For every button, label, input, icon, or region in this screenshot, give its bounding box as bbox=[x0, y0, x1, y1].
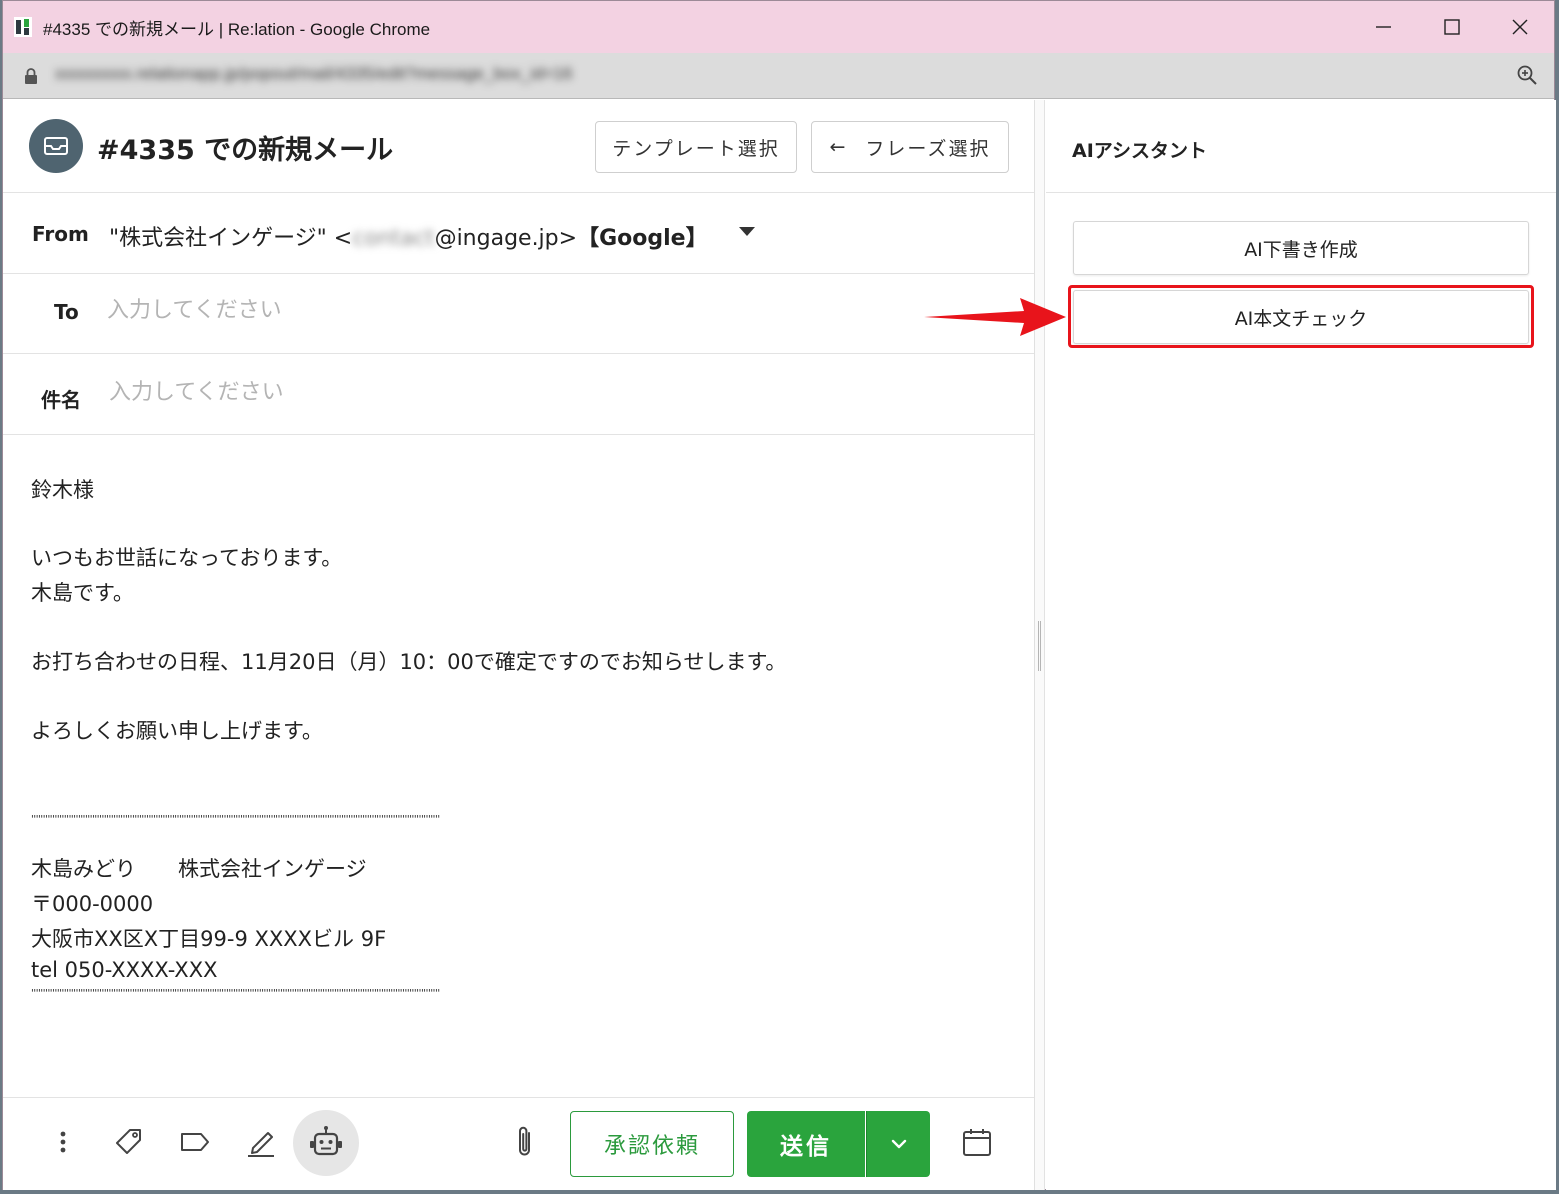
body-line: お打ち合わせの日程、11月20日（月）10：00で確定ですのでお知らせします。 bbox=[31, 650, 787, 674]
signature-divider: ''''''''''''''''''''''''''''''''''''''''… bbox=[31, 988, 440, 999]
body-line: 鈴木様 bbox=[31, 478, 94, 502]
page-title: #4335 での新規メール bbox=[97, 135, 394, 166]
to-row: To bbox=[3, 274, 1034, 354]
to-label: To bbox=[54, 300, 79, 324]
tag-icon[interactable] bbox=[111, 1124, 147, 1160]
approval-request-button[interactable]: 承認依頼 bbox=[570, 1111, 734, 1177]
signature-divider: ''''''''''''''''''''''''''''''''''''''''… bbox=[31, 814, 440, 825]
red-arrow-icon bbox=[924, 298, 1066, 336]
arrow-left-icon: ← bbox=[829, 136, 848, 158]
body-line: よろしくお願い申し上げます。 bbox=[31, 719, 323, 743]
ai-assistant-panel: AIアシスタント AI下書き作成 AI本文チェック bbox=[1046, 100, 1556, 1190]
robot-icon bbox=[310, 1126, 342, 1156]
ai-draft-button[interactable]: AI下書き作成 bbox=[1073, 221, 1529, 275]
from-row: From "株式会社インゲージ" <contact@ingage.jp>【Goo… bbox=[3, 193, 1034, 274]
send-button[interactable]: 送信 bbox=[747, 1111, 865, 1177]
body-line: 〒000-0000 bbox=[31, 892, 154, 916]
from-label: From bbox=[32, 222, 89, 246]
caret-down-icon[interactable] bbox=[739, 227, 755, 236]
paperclip-icon[interactable] bbox=[507, 1124, 543, 1160]
ai-check-button[interactable]: AI本文チェック bbox=[1073, 290, 1529, 344]
from-name: "株式会社インゲージ" < bbox=[109, 226, 353, 251]
editor-header: #4335 での新規メール テンプレート選択 ← フレーズ選択 bbox=[3, 100, 1034, 193]
lock-icon bbox=[25, 68, 37, 84]
url-text[interactable]: xxxxxxxxx.relationapp.jp/popout/mail/433… bbox=[55, 64, 572, 84]
to-input[interactable] bbox=[107, 298, 807, 323]
send-options-button[interactable] bbox=[866, 1111, 930, 1177]
ai-panel-title: AIアシスタント bbox=[1072, 140, 1208, 162]
body-line: いつもお世話になっております。 bbox=[31, 546, 343, 570]
maximize-icon[interactable] bbox=[1429, 11, 1473, 43]
body-line: 木島みどり 株式会社インゲージ bbox=[31, 857, 367, 881]
from-select[interactable]: "株式会社インゲージ" <contact@ingage.jp>【Google】 bbox=[109, 220, 708, 252]
mail-editor: #4335 での新規メール テンプレート選択 ← フレーズ選択 From "株式… bbox=[3, 100, 1035, 1190]
relation-app-icon bbox=[14, 17, 32, 37]
subject-input[interactable] bbox=[109, 380, 809, 405]
zoom-in-icon[interactable] bbox=[1515, 63, 1539, 87]
phrase-select-button[interactable]: ← フレーズ選択 bbox=[811, 121, 1009, 173]
ai-panel-header: AIアシスタント bbox=[1046, 100, 1556, 193]
calendar-icon[interactable] bbox=[959, 1124, 995, 1160]
window-title: #4335 での新規メール | Re:lation - Google Chrom… bbox=[43, 20, 431, 39]
address-bar[interactable]: xxxxxxxxx.relationapp.jp/popout/mail/433… bbox=[3, 53, 1554, 99]
close-icon[interactable] bbox=[1497, 11, 1541, 43]
body-line: 木島です。 bbox=[31, 581, 134, 605]
from-tag: 【Google】 bbox=[577, 226, 708, 251]
body-line: tel 050-XXXX-XXX bbox=[31, 958, 218, 982]
phrase-select-label: フレーズ選択 bbox=[865, 137, 991, 160]
subject-label: 件名 bbox=[41, 388, 81, 412]
mail-avatar bbox=[29, 119, 83, 173]
signature-icon[interactable] bbox=[243, 1124, 279, 1160]
from-domain: @ingage.jp> bbox=[434, 226, 578, 251]
from-user: contact bbox=[352, 226, 435, 251]
label-icon[interactable] bbox=[177, 1124, 213, 1160]
more-vertical-icon[interactable] bbox=[45, 1124, 81, 1160]
template-select-button[interactable]: テンプレート選択 bbox=[595, 121, 797, 173]
bottom-toolbar: 承認依頼 送信 bbox=[3, 1097, 1034, 1190]
resize-grip-icon[interactable] bbox=[1038, 621, 1041, 671]
envelope-icon bbox=[44, 137, 68, 155]
minimize-icon[interactable] bbox=[1361, 11, 1405, 43]
chevron-down-icon bbox=[891, 1139, 906, 1149]
subject-row: 件名 bbox=[3, 354, 1034, 435]
browser-window: #4335 での新規メール | Re:lation - Google Chrom… bbox=[2, 0, 1556, 1190]
title-bar: #4335 での新規メール | Re:lation - Google Chrom… bbox=[3, 1, 1554, 53]
ai-assistant-button[interactable] bbox=[293, 1110, 359, 1176]
body-line: 大阪市XX区X丁目99-9 XXXXビル 9F bbox=[31, 927, 387, 951]
